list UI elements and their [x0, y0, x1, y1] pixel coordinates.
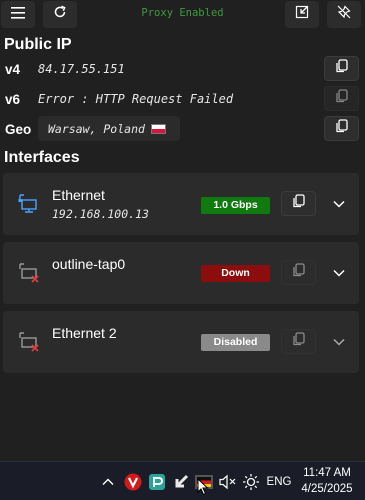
geo-location-box: Warsaw, Poland [38, 116, 180, 141]
interface-name: Ethernet 2 [52, 325, 117, 341]
hamburger-menu-icon [11, 6, 25, 24]
taskbar: ENG 11:47 AM 4/25/2025 [0, 461, 365, 500]
copy-icon [292, 332, 305, 351]
network-disconnected-icon [17, 329, 41, 353]
refresh-button[interactable] [43, 1, 77, 28]
copy-ipv4-button[interactable] [324, 56, 359, 81]
clock[interactable]: 11:47 AM 4/25/2025 [297, 465, 357, 497]
refresh-icon [53, 5, 67, 24]
network-connected-icon [17, 191, 41, 215]
interface-name: Ethernet [52, 187, 105, 203]
poland-flag-icon [150, 123, 166, 134]
copy-interface-button[interactable] [281, 191, 316, 216]
top-bar: Proxy Enabled [0, 0, 365, 30]
copy-icon [335, 59, 348, 78]
interface-card-ethernet[interactable]: Ethernet 192.168.100.13 1.0 Gbps [3, 173, 359, 235]
clock-date: 4/25/2025 [301, 483, 353, 495]
status-badge: Down [201, 265, 270, 282]
volume-muted-icon[interactable] [217, 462, 239, 500]
copy-interface-button[interactable] [281, 329, 316, 354]
menu-button[interactable] [1, 1, 35, 28]
copy-icon [335, 89, 348, 108]
unpin-button[interactable] [327, 1, 361, 28]
chevron-down-icon[interactable] [331, 334, 347, 350]
copy-interface-button[interactable] [281, 260, 316, 285]
ipv6-value: Error : HTTP Request Failed [38, 92, 234, 106]
brightness-icon[interactable] [240, 462, 262, 500]
public-ip-title: Public IP [4, 36, 72, 53]
interfaces-title: Interfaces [4, 149, 80, 166]
collapse-window-icon [295, 5, 309, 24]
status-badge: Disabled [201, 334, 270, 351]
copy-geo-button[interactable] [324, 116, 359, 141]
chevron-down-icon[interactable] [331, 196, 347, 212]
interface-name: outline-tap0 [52, 256, 126, 272]
ipv4-label: v4 [5, 62, 21, 77]
chevron-down-icon[interactable] [331, 265, 347, 281]
ipv4-value: 84.17.55.151 [38, 62, 125, 76]
network-disconnected-icon [17, 260, 41, 284]
clock-time: 11:47 AM [303, 467, 351, 479]
mouse-cursor-icon [197, 477, 209, 500]
proxy-status: Proxy Enabled [141, 7, 224, 19]
status-badge: 1.0 Gbps [201, 197, 270, 214]
geo-label: Geo [5, 122, 32, 137]
show-hidden-icons-chevron[interactable] [100, 462, 116, 500]
app-tray-icon[interactable] [146, 462, 168, 500]
copy-icon [292, 263, 305, 282]
collapse-window-button[interactable] [285, 1, 319, 28]
geo-value: Warsaw, Poland [48, 121, 145, 136]
interface-address: 192.168.100.13 [52, 207, 149, 221]
copy-ipv6-button[interactable] [324, 86, 359, 111]
arrow-tray-icon[interactable] [170, 462, 192, 500]
vivaldi-icon[interactable] [122, 462, 144, 500]
interface-card-ethernet-2[interactable]: Ethernet 2 Disabled [3, 311, 359, 373]
ipv6-label: v6 [5, 92, 21, 107]
copy-icon [292, 194, 305, 213]
copy-icon [335, 119, 348, 138]
unpin-icon [337, 5, 351, 24]
interface-card-outline-tap0[interactable]: outline-tap0 Down [3, 242, 359, 304]
language-indicator[interactable]: ENG [265, 462, 293, 500]
